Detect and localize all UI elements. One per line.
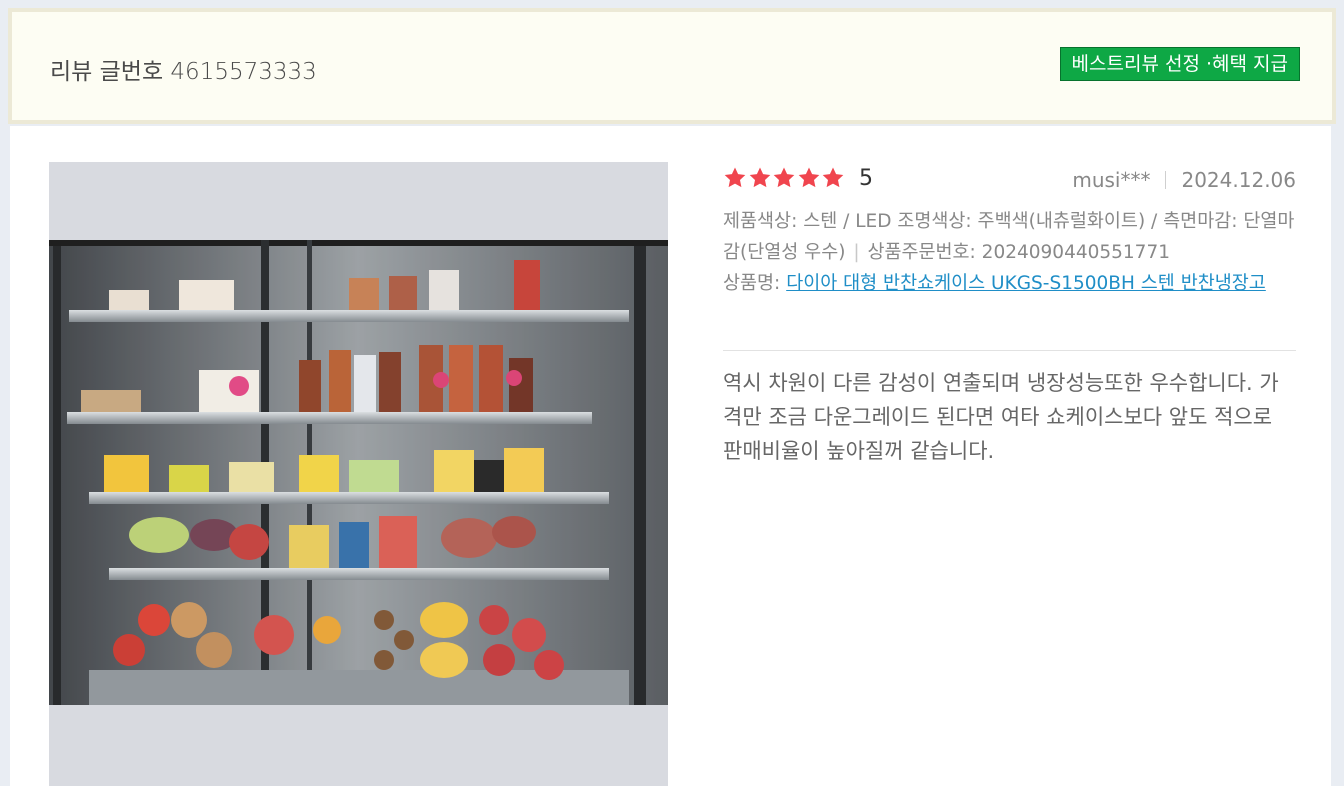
order-number: 상품주문번호: 2024090440551771 <box>867 242 1170 263</box>
divider <box>723 350 1296 351</box>
product-link[interactable]: 다이아 대형 반찬쇼케이스 UKGS-S1500BH 스텐 반찬냉장고 <box>786 273 1266 294</box>
review-date: 2024.12.06 <box>1181 168 1296 192</box>
option-separator: | <box>847 242 866 263</box>
review-number: 리뷰 글번호 4615573333 <box>50 59 317 85</box>
review-photo-frame[interactable] <box>49 162 668 786</box>
product-label: 상품명: <box>723 273 787 294</box>
star-rating <box>723 166 846 196</box>
star-icon <box>749 167 770 188</box>
best-review-badge: 베스트리뷰 선정 ·혜택 지급 <box>1059 47 1300 81</box>
review-meta: musi*** 2024.12.06 <box>1072 168 1296 192</box>
product-line: 상품명: 다이아 대형 반찬쇼케이스 UKGS-S1500BH 스텐 반찬냉장고 <box>723 268 1296 299</box>
review-content: 역시 차원이 다른 감성이 연출되며 냉장성능또한 우수합니다. 가격만 조금 … <box>723 371 1279 463</box>
meta-separator <box>1165 171 1167 189</box>
star-icon <box>798 167 819 188</box>
purchase-options: 제품색상: 스텐 / LED 조명색상: 주백색(내츄럴화이트) / 측면마감:… <box>723 206 1296 299</box>
star-icon <box>822 167 844 188</box>
reviewer-id: musi*** <box>1072 168 1151 192</box>
review-card: 5 musi*** 2024.12.06 제품색상: 스텐 / LED 조명색상… <box>10 126 1331 786</box>
star-icon <box>773 167 795 188</box>
star-icon <box>724 167 746 188</box>
review-photo[interactable] <box>49 240 668 705</box>
rating-score: 5 <box>859 166 873 191</box>
review-header: 리뷰 글번호 4615573333 베스트리뷰 선정 ·혜택 지급 <box>8 8 1336 124</box>
